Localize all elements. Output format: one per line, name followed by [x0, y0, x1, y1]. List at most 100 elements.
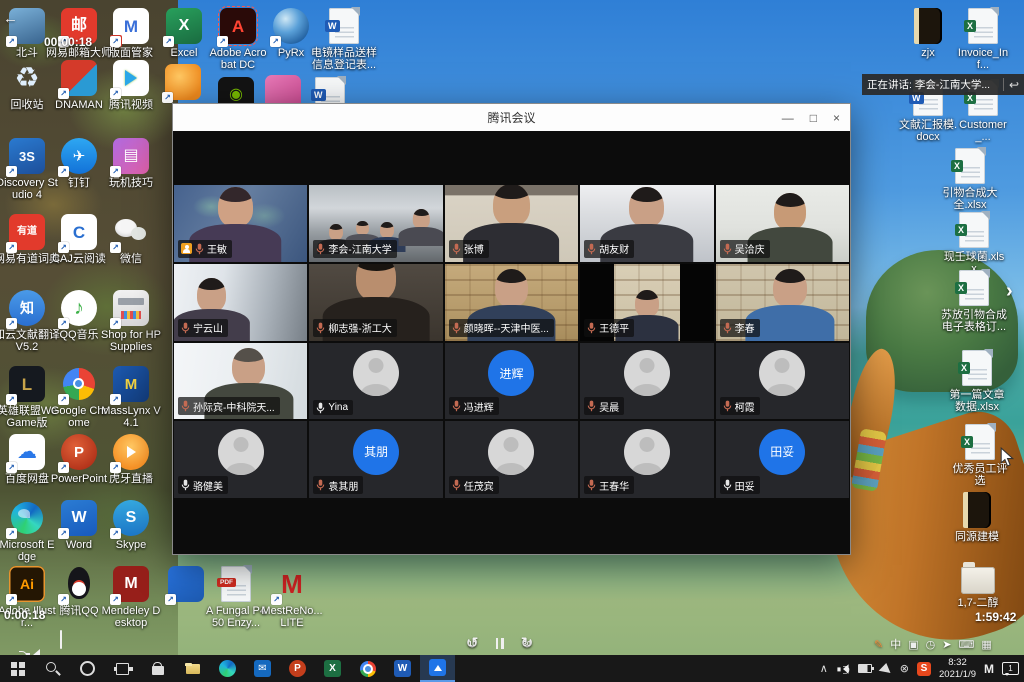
tencent-meeting-taskbar-button[interactable] [420, 655, 455, 682]
ime-icon[interactable]: ✎ [874, 638, 883, 651]
close-button[interactable]: × [833, 111, 840, 125]
participant-tile[interactable]: 吴洽庆 [716, 185, 849, 262]
cortana-button[interactable] [70, 655, 105, 682]
desktop-icon-wechat[interactable]: ↗微信 [98, 214, 164, 265]
participant-tile[interactable]: 任茂宾 [445, 421, 578, 498]
shortcut-arrow-badge: ↗ [110, 394, 121, 405]
ime-icon[interactable]: ▦ [981, 638, 991, 651]
shortcut-arrow-badge: ↗ [6, 36, 17, 47]
ime-icon[interactable]: 中 [890, 636, 901, 652]
action-center-icon[interactable]: 1 [1002, 662, 1019, 675]
word-icon: W [394, 660, 411, 677]
pause-button[interactable] [496, 638, 504, 649]
participant-tile[interactable]: 胡友财 [580, 185, 713, 262]
store-button[interactable] [140, 655, 175, 682]
window-titlebar[interactable]: 腾讯会议 — □ × [173, 104, 850, 132]
participant-name: Yina [328, 402, 348, 413]
search-button[interactable] [35, 655, 70, 682]
shark-icon: ↗ [165, 64, 201, 100]
desktop-icon-hp-shop[interactable]: ↗Shop for HP Supplies [98, 290, 164, 354]
participant-tile[interactable]: 孙际宾-中科院天... [174, 343, 307, 420]
desktop-icon-yinwu[interactable]: X引物合成大全.xlsx [937, 148, 1003, 212]
powerpoint-taskbar-button[interactable]: P [280, 655, 315, 682]
ppt-icon: P [289, 660, 306, 677]
start-button[interactable] [0, 655, 35, 682]
mnova-icon: M↗ [274, 566, 310, 602]
participant-tile[interactable]: 柳志强-浙工大 [309, 264, 442, 341]
participant-tile[interactable]: 柯霞 [716, 343, 849, 420]
participant-tile[interactable]: 骆健美 [174, 421, 307, 498]
excel-taskbar-button[interactable]: X [315, 655, 350, 682]
desktop-icon-diyipian[interactable]: X第一篇文章数据.xlsx [944, 350, 1010, 414]
participant-tile[interactable]: 王德平 [580, 264, 713, 341]
shortcut-arrow-badge: ↗ [110, 166, 121, 177]
mail-taskbar-button[interactable]: ✉ [245, 655, 280, 682]
participant-tile[interactable]: 田妥田妥 [716, 421, 849, 498]
participant-grid: 王敏李会-江南大学张博胡友财吴洽庆宁云山柳志强-浙工大颜晓晖--天津中医...王… [174, 185, 849, 498]
mic-icon [181, 479, 190, 491]
shortcut-arrow-badge: ↗ [6, 528, 17, 539]
participant-name: 李会-江南大学 [328, 241, 391, 256]
sogou-tray-icon[interactable]: S [917, 662, 931, 676]
desktop-icon-skype[interactable]: S↗Skype [98, 500, 164, 551]
participant-tile[interactable]: 王敏 [174, 185, 307, 262]
ime-icon[interactable]: ▣ [908, 638, 918, 651]
avatar-placeholder [624, 350, 670, 396]
participant-tile[interactable]: 李春 [716, 264, 849, 341]
edge-taskbar-button[interactable] [210, 655, 245, 682]
touch-keyboard-overlay-icon[interactable] [60, 631, 62, 649]
chrome-taskbar-button[interactable] [350, 655, 385, 682]
maximize-button[interactable]: □ [810, 111, 817, 125]
participant-tile[interactable]: 张博 [445, 185, 578, 262]
host-badge [181, 243, 192, 254]
qq-icon: ↗ [61, 566, 97, 602]
desktop-icon-label: 电镜样品送样信息登记表... [311, 47, 377, 72]
participant-tile[interactable]: 李会-江南大学 [309, 185, 442, 262]
participant-tile[interactable]: 进辉冯进辉 [445, 343, 578, 420]
shortcut-arrow-badge: ↗ [58, 394, 69, 405]
file-explorer-button[interactable] [175, 655, 210, 682]
task-view-button[interactable] [105, 655, 140, 682]
wanji-icon: ▤↗ [113, 138, 149, 174]
desktop-icon-mnova[interactable]: M↗MestReNo... LITE [259, 566, 325, 630]
participant-tile[interactable]: 颜晓晖--天津中医... [445, 264, 578, 341]
tray-m-icon[interactable]: M [984, 662, 994, 676]
ime-icon[interactable]: ◷ [926, 638, 936, 651]
timer-overlay: 00:00:18 [44, 35, 92, 49]
tray-chevron-icon[interactable]: ∧ [820, 662, 828, 675]
participant-tile[interactable]: 王春华 [580, 421, 713, 498]
tray-network-icon[interactable] [878, 656, 893, 673]
shortcut-arrow-badge: ↗ [110, 594, 121, 605]
ime-toolbar[interactable]: ✎ 中 ▣ ◷ ➤ ⌨ ▦ [874, 636, 992, 652]
word-taskbar-button[interactable]: W [385, 655, 420, 682]
desktop-icon-qiujun[interactable]: X现壬球菌.xlsx [941, 212, 1007, 276]
desktop-icon-wanji[interactable]: ▤↗玩机技巧 [98, 138, 164, 189]
mic-icon [452, 243, 461, 255]
participant-nametag: 胡友财 [584, 240, 634, 258]
desktop-icon-diol-folder[interactable]: 1,7-二醇1:59:42 [945, 560, 1011, 609]
participant-tile[interactable]: 吴晨 [580, 343, 713, 420]
ime-icon[interactable]: ⌨ [958, 638, 974, 651]
participant-tile[interactable]: 其朋袁其朋 [309, 421, 442, 498]
rewind-10-button[interactable]: ↺10 [466, 634, 479, 652]
desktop-icon-masslynx[interactable]: M↗MassLynx V4.1 [98, 366, 164, 430]
return-to-meeting-icon[interactable]: ↩ [1009, 78, 1019, 92]
participant-tile[interactable]: Yina [309, 343, 442, 420]
desktop-icon-sufang[interactable]: X苏放引物合成电子表格订... [941, 270, 1007, 334]
desktop-icon-invoice[interactable]: XInvoice_Inf... [950, 8, 1016, 72]
tray-battery-icon[interactable] [858, 664, 872, 673]
ime-icon[interactable]: ➤ [942, 638, 951, 651]
desktop-icon-dianjing-doc[interactable]: W电镜样品送样信息登记表... [311, 8, 377, 72]
ds-icon: 3S↗ [9, 138, 45, 174]
forward-30-button[interactable]: ↻30 [521, 634, 534, 652]
speaking-banner[interactable]: 正在讲话: 李会-江南大学... ↩ [862, 74, 1024, 95]
taskbar-clock[interactable]: 8:32 2021/1/9 [939, 657, 976, 680]
tray-volume-icon[interactable] [837, 664, 848, 674]
participant-nametag: 李会-江南大学 [313, 240, 396, 258]
minimize-button[interactable]: — [782, 111, 794, 125]
desktop-icon-tongyuan[interactable]: 同源建模 [944, 492, 1010, 543]
tray-close-icon[interactable]: ⊗ [900, 662, 909, 675]
mic-icon [587, 400, 596, 412]
participant-tile[interactable]: 宁云山 [174, 264, 307, 341]
desktop-icon-huya[interactable]: ↗虎牙直播 [98, 434, 164, 485]
